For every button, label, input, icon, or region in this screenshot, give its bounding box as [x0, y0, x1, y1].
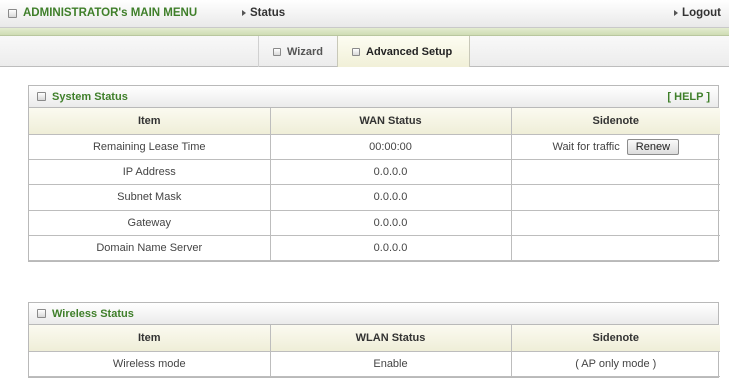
main-menu-title: ADMINISTRATOR's MAIN MENU: [23, 7, 198, 19]
row-status: Enable: [269, 350, 512, 377]
wireless-status-panel: Wireless Status Item WLAN Status Sidenot…: [28, 302, 720, 378]
table-header-row: Item WLAN Status Sidenote: [29, 325, 720, 352]
wireless-status-title: Wireless Status: [52, 307, 134, 320]
system-status-table: Item WAN Status Sidenote Remaining Lease…: [29, 108, 720, 262]
column-header-item: Item: [29, 108, 271, 135]
logout-link[interactable]: Logout: [674, 7, 721, 19]
tab-wizard-label: Wizard: [287, 45, 323, 58]
row-status: 0.0.0.0: [269, 158, 512, 186]
tab-advanced-setup-label: Advanced Setup: [366, 45, 453, 58]
menu-square-icon: [8, 8, 17, 18]
row-status: 0.0.0.0: [269, 209, 512, 237]
row-item: Wireless mode: [29, 350, 271, 377]
row-status: 0.0.0.0: [269, 184, 512, 211]
column-header-wan-status: WAN Status: [269, 108, 512, 135]
panel-square-icon: [37, 92, 46, 101]
divider-band: [0, 28, 729, 36]
table-row: Subnet Mask 0.0.0.0: [29, 184, 720, 211]
row-note: [510, 184, 720, 211]
row-item: Gateway: [29, 209, 271, 237]
tab-wizard[interactable]: Wizard: [258, 36, 336, 67]
row-item: Remaining Lease Time: [29, 133, 271, 160]
lease-note-text: Wait for traffic: [552, 140, 620, 153]
breadcrumb-arrow-icon: [242, 10, 246, 16]
help-link[interactable]: [ HELP ]: [667, 91, 710, 103]
renew-button[interactable]: Renew: [626, 138, 680, 155]
tab-strip: Wizard Advanced Setup: [0, 36, 729, 67]
row-note: [510, 158, 720, 186]
row-note: Wait for traffic Renew: [510, 133, 720, 160]
logout-label: Logout: [682, 7, 721, 19]
row-note: [510, 235, 720, 262]
system-status-header: System Status [ HELP ]: [29, 86, 718, 108]
row-status: 00:00:00: [269, 133, 512, 160]
table-row: Wireless mode Enable ( AP only mode ): [29, 350, 720, 377]
main-menu-link[interactable]: ADMINISTRATOR's MAIN MENU: [8, 7, 197, 19]
column-header-item: Item: [29, 325, 271, 352]
system-status-panel: System Status [ HELP ] Item WAN Status S…: [28, 85, 720, 263]
logout-arrow-icon: [674, 10, 679, 16]
wireless-status-table: Item WLAN Status Sidenote Wireless mode …: [29, 325, 720, 377]
breadcrumb: Status: [242, 7, 285, 19]
wireless-status-header: Wireless Status: [29, 303, 718, 325]
panel-square-icon: [37, 309, 46, 318]
breadcrumb-label: Status: [250, 7, 286, 19]
tab-square-icon: [273, 47, 281, 56]
row-item: Domain Name Server: [29, 235, 271, 262]
row-note: [510, 209, 720, 237]
table-row: Remaining Lease Time 00:00:00 Wait for t…: [29, 133, 720, 160]
column-header-wlan-status: WLAN Status: [269, 325, 512, 352]
row-item: IP Address: [29, 158, 271, 186]
tab-advanced-setup[interactable]: Advanced Setup: [337, 36, 470, 67]
tab-square-icon: [352, 47, 360, 56]
row-item: Subnet Mask: [29, 184, 271, 211]
table-header-row: Item WAN Status Sidenote: [29, 108, 720, 135]
table-row: Domain Name Server 0.0.0.0: [29, 235, 720, 262]
table-row: IP Address 0.0.0.0: [29, 158, 720, 186]
column-header-sidenote: Sidenote: [510, 108, 720, 135]
row-note: ( AP only mode ): [510, 350, 720, 377]
row-status: 0.0.0.0: [269, 235, 512, 262]
table-row: Gateway 0.0.0.0: [29, 209, 720, 237]
system-status-title: System Status: [52, 90, 128, 103]
column-header-sidenote: Sidenote: [510, 325, 720, 352]
top-menu-bar: ADMINISTRATOR's MAIN MENU Status Logout: [0, 0, 729, 28]
